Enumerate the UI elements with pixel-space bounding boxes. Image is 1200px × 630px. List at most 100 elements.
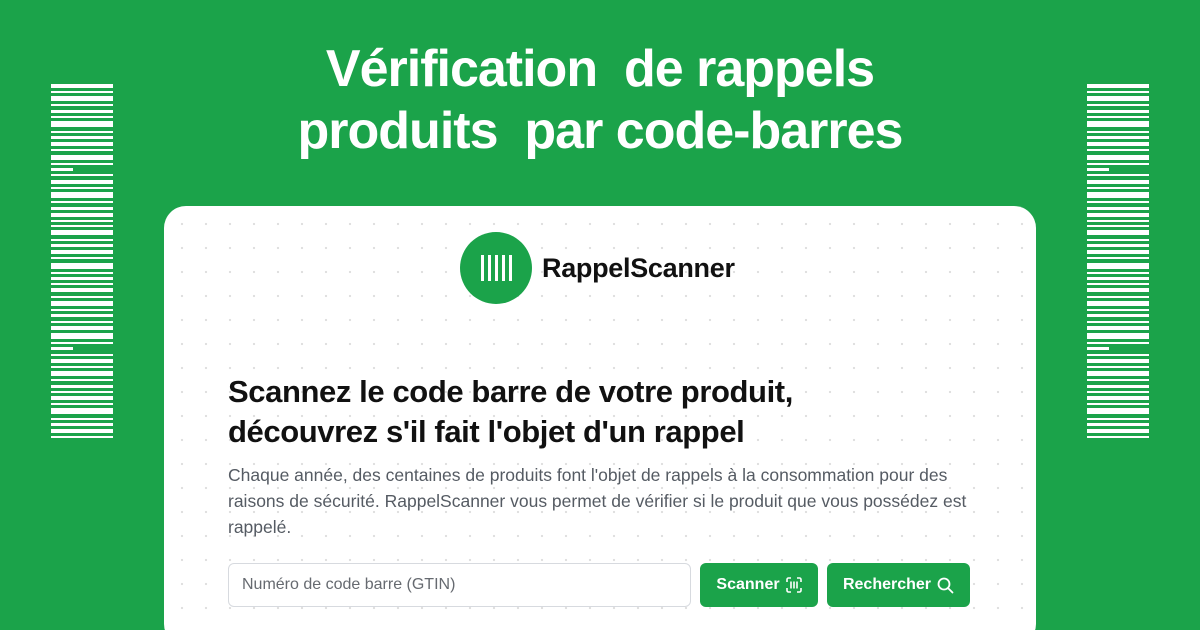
barcode-stripe: [1087, 296, 1149, 298]
search-button-label: Rechercher: [842, 576, 932, 593]
barcode-stripe: [51, 220, 113, 222]
barcode-stripe: [1087, 142, 1149, 146]
barcode-stripe: [51, 385, 113, 388]
barcode-stripe: [51, 301, 113, 306]
search-button[interactable]: Rechercher: [827, 563, 970, 607]
barcode-stripe: [1087, 131, 1149, 133]
barcode-stripe: [1087, 155, 1149, 160]
brand-name: RappelScanner: [542, 252, 735, 283]
hero-title-line-2: découvrez s'il fait l'objet d'un rappel: [228, 414, 745, 449]
barcode-stripe: [51, 207, 113, 210]
barcode-stripe: [51, 263, 113, 269]
barcode-stripe: [51, 116, 113, 118]
barcode-stripe: [1087, 187, 1149, 189]
barcode-stripe: [51, 272, 113, 274]
barcode-stripe: [51, 230, 113, 235]
brand-logo: [460, 232, 532, 304]
barcode-stripe: [1087, 342, 1149, 344]
barcode-stripe: [51, 288, 113, 292]
barcode-stripe: [1087, 333, 1149, 339]
barcode-stripe: [51, 174, 113, 176]
scan-button-label: Scanner: [716, 576, 780, 593]
barcode-stripe: [51, 359, 113, 363]
brand-header: RappelScanner: [460, 232, 735, 304]
barcode-stripe: [51, 244, 113, 247]
barcode-stripe: [51, 436, 113, 438]
barcode-stripe: [1087, 366, 1149, 368]
barcode-stripe: [1087, 403, 1149, 405]
barcode-stripe: [51, 155, 113, 160]
barcode-stripe: [1087, 283, 1149, 285]
barcode-stripe: [51, 225, 113, 227]
barcode-stripe: [51, 180, 113, 184]
barcode-stripe: [51, 429, 113, 433]
barcode-stripe: [1087, 207, 1149, 210]
barcode-stripe: [1087, 104, 1149, 106]
barcode-stripe: [1087, 110, 1149, 113]
barcode-stripe: [1087, 257, 1149, 259]
barcode-stripe: [1087, 418, 1149, 420]
barcode-stripe: [51, 187, 113, 189]
barcode-stripe: [1087, 116, 1149, 118]
search-form: Scanner Rechercher: [228, 563, 970, 607]
gtin-search-input[interactable]: [228, 563, 691, 607]
barcode-stripe: [51, 257, 113, 259]
barcode-stripe: [51, 201, 113, 203]
barcode-stripe: [51, 142, 113, 146]
decorative-barcode-right: [1087, 84, 1149, 550]
barcode-stripe: [1087, 163, 1149, 165]
barcode-stripe: [1087, 423, 1149, 426]
barcode-stripe: [1087, 391, 1149, 393]
barcode-stripe: [51, 296, 113, 298]
barcode-stripe: [51, 110, 113, 113]
barcode-stripe: [51, 84, 113, 88]
barcode-stripe: [1087, 121, 1149, 127]
barcode-stripe: [51, 250, 113, 254]
barcode-stripe: [1087, 436, 1149, 438]
barcode-stripe: [51, 333, 113, 339]
barcode-stripe: [1087, 201, 1149, 203]
barcode-stripe: [1087, 250, 1149, 254]
barcode-stripe: [51, 321, 113, 323]
barcode-stripe: [51, 213, 113, 217]
barcode-stripe: [1087, 192, 1149, 198]
barcode-stripe: [51, 149, 113, 151]
search-icon: [937, 577, 954, 593]
barcode-stripe: [51, 326, 113, 330]
hero-description: Chaque année, des centaines de produits …: [228, 465, 967, 537]
scan-button[interactable]: Scanner: [700, 563, 818, 607]
barcode-stripe: [1087, 326, 1149, 330]
barcode-stripe: [1087, 314, 1149, 317]
barcode-stripe: [51, 309, 113, 311]
barcode-stripe: [1087, 230, 1149, 235]
barcode-stripe: [1087, 429, 1149, 433]
barcode-stripe: [51, 121, 113, 127]
barcode-stripe: [51, 91, 113, 93]
barcode-icon: [481, 255, 512, 281]
barcode-stripe: [1087, 354, 1149, 356]
barcode-scan-icon: [785, 577, 802, 593]
barcode-stripe: [1087, 309, 1149, 311]
barcode-stripe: [1087, 408, 1149, 414]
barcode-stripe: [51, 192, 113, 198]
barcode-stripe: [51, 283, 113, 285]
app-card: RappelScanner Scannez le code barre de v…: [164, 206, 1036, 630]
hero-title: Scannez le code barre de votre produit, …: [228, 372, 988, 452]
barcode-stripe: [51, 239, 113, 241]
barcode-stripe: [51, 314, 113, 317]
headline-line-1: Vérification de rappels: [325, 40, 875, 98]
barcode-stripe: [1087, 321, 1149, 323]
barcode-stripe: [1087, 301, 1149, 306]
barcode-stripe: [51, 163, 113, 165]
barcode-stripe: [1087, 220, 1149, 222]
headline-line-2: produits par code-barres: [297, 102, 904, 160]
barcode-stripe: [1087, 244, 1149, 247]
hero-title-line-1: Scannez le code barre de votre produit,: [228, 374, 793, 409]
barcode-stripe: [1087, 91, 1149, 93]
barcode-stripe: [51, 408, 113, 414]
barcode-stripe: [51, 391, 113, 393]
barcode-stripe: [1087, 272, 1149, 274]
barcode-stripe: [1087, 174, 1149, 176]
barcode-stripe: [1087, 385, 1149, 388]
barcode-stripe: [1087, 84, 1149, 88]
